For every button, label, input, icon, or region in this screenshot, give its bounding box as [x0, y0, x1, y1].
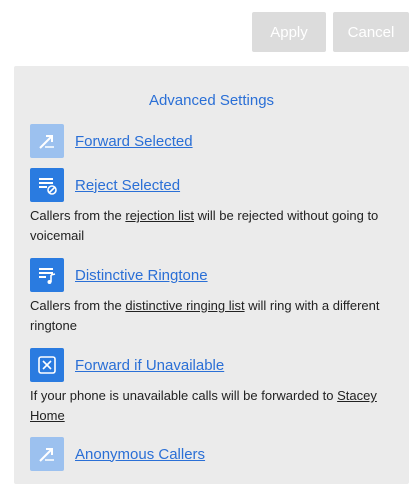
- anonymous-callers-link[interactable]: Anonymous Callers: [75, 446, 205, 463]
- panel-title: Advanced Settings: [148, 92, 275, 109]
- reject-selected-link[interactable]: Reject Selected: [75, 177, 180, 194]
- cancel-button[interactable]: Cancel: [333, 12, 409, 52]
- setting-forward-selected: Forward Selected: [30, 124, 401, 158]
- setting-distinctive-ringtone: Distinctive Ringtone Callers from the di…: [30, 258, 401, 336]
- rejection-list-link[interactable]: rejection list: [125, 208, 194, 223]
- ringtone-list-icon[interactable]: [30, 258, 64, 292]
- unavailable-forward-icon[interactable]: [30, 348, 64, 382]
- forward-if-unavailable-description: If your phone is unavailable calls will …: [30, 388, 377, 423]
- setting-forward-if-unavailable: Forward if Unavailable If your phone is …: [30, 348, 401, 426]
- apply-button[interactable]: Apply: [252, 12, 326, 52]
- forward-selected-link[interactable]: Forward Selected: [75, 133, 193, 150]
- distinctive-ringtone-description: Callers from the distinctive ringing lis…: [30, 298, 380, 333]
- forward-if-unavailable-link[interactable]: Forward if Unavailable: [75, 357, 224, 374]
- setting-reject-selected: Reject Selected Callers from the rejecti…: [30, 168, 401, 246]
- distinctive-ringtone-link[interactable]: Distinctive Ringtone: [75, 267, 208, 284]
- distinctive-ringing-list-link[interactable]: distinctive ringing list: [125, 298, 244, 313]
- reject-selected-description: Callers from the rejection list will be …: [30, 208, 379, 243]
- forward-arrow-icon[interactable]: [30, 124, 64, 158]
- setting-anonymous-callers: Anonymous Callers: [30, 437, 401, 471]
- advanced-settings-panel: Advanced Settings Forward Selected Rejec…: [14, 66, 409, 484]
- reject-list-icon[interactable]: [30, 168, 64, 202]
- anonymous-caller-icon[interactable]: [30, 437, 64, 471]
